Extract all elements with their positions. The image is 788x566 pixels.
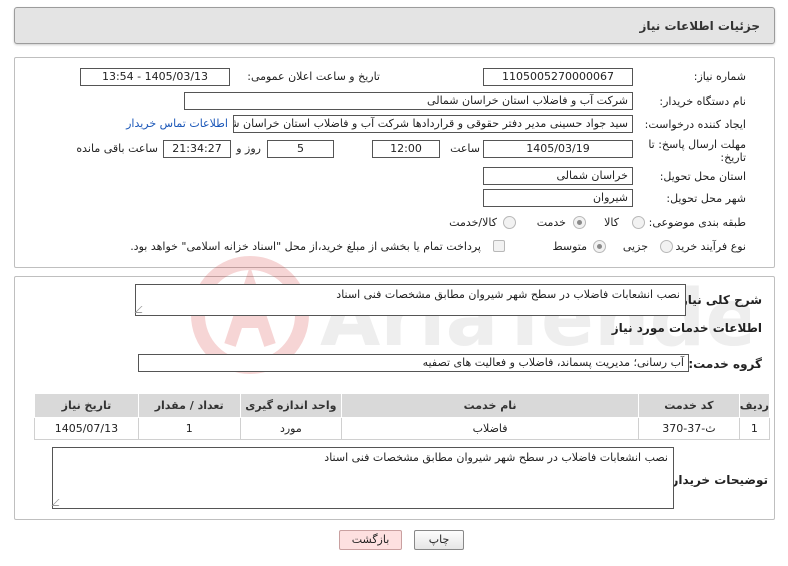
remaining-time-field: 21:34:27 — [163, 140, 231, 158]
city-field: شیروان — [483, 189, 633, 207]
cell-unit: مورد — [239, 417, 343, 440]
category-service-label: خدمت — [536, 216, 566, 229]
col-service-name: نام خدمت — [341, 393, 639, 418]
page-header: جزئیات اطلاعات نیاز — [14, 7, 775, 44]
table-row: 1 ث-37-370 فاضلاب مورد 1 1405/07/13 — [34, 417, 771, 440]
buyer-notes-label: توضیحات خریدار: — [666, 473, 768, 487]
col-need-date: تاریخ نیاز — [34, 393, 139, 418]
process-type-label: نوع فرآیند خرید : — [668, 240, 746, 253]
services-heading: اطلاعات خدمات مورد نیاز — [611, 321, 762, 335]
province-label: استان محل تحویل: — [659, 170, 746, 183]
cell-need-date: 1405/07/13 — [34, 417, 139, 440]
buyer-notes-text: نصب انشعابات فاضلاب در سطح شهر شیروان مط… — [324, 451, 668, 464]
deadline-date-sub-label: تاریخ: — [720, 151, 746, 164]
deadline-time-label: ساعت — [450, 142, 480, 155]
service-group-label: گروه خدمت: — [688, 357, 762, 371]
resize-grip-icon[interactable] — [134, 306, 149, 313]
buyer-org-field: شرکت آب و فاضلاب استان خراسان شمالی — [184, 92, 633, 110]
table-header-row: ردیف کد خدمت نام خدمت واحد اندازه گیری ت… — [34, 393, 771, 418]
creator-label: ایجاد کننده درخواست: — [644, 118, 746, 131]
deadline-date-field: 1405/03/19 — [483, 140, 633, 158]
category-goods-label: کالا — [604, 216, 619, 229]
process-minor-label: جزیی — [622, 240, 648, 253]
summary-textarea[interactable]: نصب انشعابات فاضلاب در سطح شهر شیروان مط… — [134, 284, 686, 316]
need-number-field: 1105005270000067 — [483, 68, 633, 86]
col-service-code: کد خدمت — [638, 393, 740, 418]
province-field: خراسان شمالی — [483, 167, 633, 185]
remaining-time-label: ساعت باقی مانده — [76, 142, 158, 155]
need-number-label: شماره نیاز: — [693, 70, 746, 83]
cell-quantity: 1 — [137, 417, 241, 440]
buyer-contact-link[interactable]: اطلاعات تماس خریدار — [126, 117, 228, 130]
print-button[interactable]: چاپ — [414, 530, 464, 550]
announce-date-label: تاریخ و ساعت اعلان عمومی: — [247, 70, 380, 83]
back-button[interactable]: بازگشت — [339, 530, 402, 550]
process-medium-label: متوسط — [552, 240, 587, 253]
city-label: شهر محل تحویل: — [666, 192, 746, 205]
category-service-radio[interactable] — [573, 216, 586, 229]
cell-service-code: ث-37-370 — [638, 417, 740, 440]
treasury-checkbox[interactable] — [493, 240, 505, 252]
resize-grip-icon[interactable] — [51, 499, 66, 506]
page-title: جزئیات اطلاعات نیاز — [639, 19, 760, 33]
category-label: طبقه بندی موضوعی: — [648, 216, 746, 229]
category-goods-service-label: کالا/خدمت — [449, 216, 497, 229]
category-goods-service-radio[interactable] — [503, 216, 516, 229]
col-unit: واحد اندازه گیری — [239, 393, 343, 418]
announce-date-field: 1405/03/13 - 13:54 — [80, 68, 230, 86]
service-group-field: آب رسانی؛ مدیریت پسماند، فاضلاب و فعالیت… — [138, 354, 689, 372]
days-remaining-field: 5 — [267, 140, 334, 158]
deadline-time-field: 12:00 — [372, 140, 440, 158]
category-goods-radio[interactable] — [632, 216, 645, 229]
cell-row-number: 1 — [738, 417, 771, 440]
creator-field: سید جواد حسینی مدیر دفتر حقوقی و قرارداد… — [233, 115, 633, 133]
treasury-note: پرداخت تمام یا بخشی از مبلغ خرید،از محل … — [130, 240, 481, 253]
col-quantity: تعداد / مقدار — [137, 393, 241, 418]
services-table: ردیف کد خدمت نام خدمت واحد اندازه گیری ت… — [34, 393, 771, 440]
cell-service-name: فاضلاب — [341, 417, 639, 440]
buyer-org-label: نام دستگاه خریدار: — [659, 95, 746, 108]
need-info-panel — [14, 57, 775, 268]
process-medium-radio[interactable] — [593, 240, 606, 253]
col-row-number: ردیف — [738, 393, 771, 418]
summary-label: شرح کلی نیاز: — [676, 293, 762, 307]
deadline-label: مهلت ارسال پاسخ: تا — [648, 138, 746, 151]
days-label: روز و — [236, 142, 261, 155]
process-minor-radio[interactable] — [660, 240, 673, 253]
summary-text: نصب انشعابات فاضلاب در سطح شهر شیروان مط… — [336, 288, 680, 301]
buyer-notes-textarea[interactable]: نصب انشعابات فاضلاب در سطح شهر شیروان مط… — [51, 447, 674, 509]
